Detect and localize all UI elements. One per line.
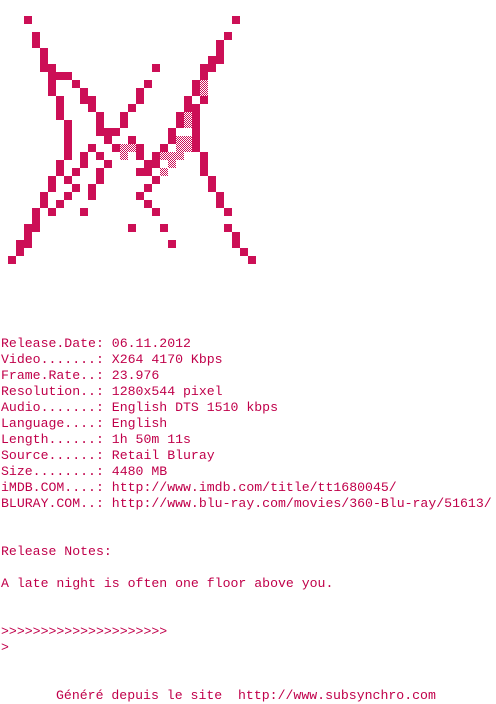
info-line: Resolution..: 1280x544 pixel [1, 384, 223, 400]
info-line: Audio.......: English DTS 1510 kbps [1, 400, 278, 416]
info-value: Retail Bluray [111, 448, 215, 463]
info-value: English [111, 416, 168, 431]
info-label: Size........: [1, 464, 112, 479]
arrow-line: >>>>>>>>>>>>>>>>>>>>> [1, 624, 168, 639]
info-label: Video.......: [1, 352, 112, 367]
info-label: Release.Date: [1, 336, 112, 351]
footer-credit: Généré depuis le site http://www.subsync… [56, 688, 436, 703]
info-label: Source......: [1, 448, 112, 463]
info-line: Video.......: X264 4170 Kbps [1, 352, 223, 368]
info-value: X264 4170 Kbps [111, 352, 223, 367]
pixel-art-x-logo-icon [8, 16, 256, 264]
info-label: Length......: [1, 432, 112, 447]
info-label: Language....: [1, 416, 112, 431]
info-line: BLURAY.COM..: http://www.blu-ray.com/mov… [1, 496, 492, 512]
info-value: 1280x544 pixel [111, 384, 223, 399]
info-label: Frame.Rate..: [1, 368, 112, 383]
info-line: Size........: 4480 MB [1, 464, 167, 480]
info-line: Language....: English [1, 416, 167, 432]
info-value: 1h 50m 11s [111, 432, 191, 447]
arrow-line-short: > [1, 640, 9, 655]
info-line: Release.Date: 06.11.2012 [1, 336, 191, 352]
info-line: Source......: Retail Bluray [1, 448, 215, 464]
info-value: http://www.blu-ray.com/movies/360-Blu-ra… [111, 496, 492, 511]
info-value: 06.11.2012 [111, 336, 191, 351]
info-line: Length......: 1h 50m 11s [1, 432, 191, 448]
info-label: Resolution..: [1, 384, 112, 399]
release-notes-text: A late night is often one floor above yo… [1, 576, 334, 591]
info-value: http://www.imdb.com/title/tt1680045/ [111, 480, 397, 495]
info-value: English DTS 1510 kbps [111, 400, 278, 415]
info-line: iMDB.COM....: http://www.imdb.com/title/… [1, 480, 397, 496]
info-label: BLURAY.COM..: [1, 496, 112, 511]
info-value: 23.976 [111, 368, 160, 383]
release-notes-heading: Release Notes: [1, 544, 112, 559]
info-line: Frame.Rate..: 23.976 [1, 368, 159, 384]
info-label: Audio.......: [1, 400, 112, 415]
info-label: iMDB.COM....: [1, 480, 112, 495]
info-value: 4480 MB [111, 464, 168, 479]
